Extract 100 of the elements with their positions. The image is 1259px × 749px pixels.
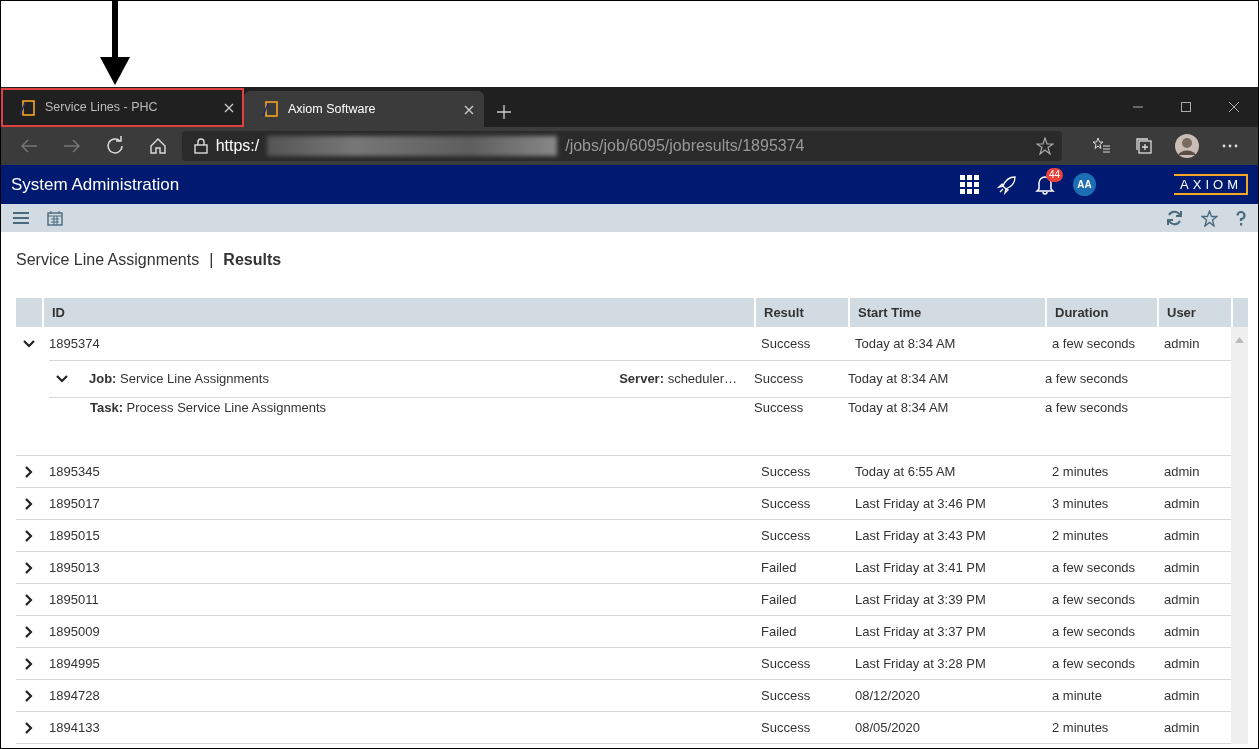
breadcrumb-link[interactable]: Service Line Assignments — [16, 248, 200, 298]
url-text: /jobs/job/6095/jobresults/1895374 — [565, 136, 805, 156]
table-cell-text: 2 minutes — [1051, 718, 1110, 737]
table-cell-text: Success — [760, 654, 812, 673]
table-cell-text: Today at 6:55 AM — [854, 462, 957, 481]
table-cell-text: admin — [1163, 686, 1201, 705]
menu-icon[interactable] — [13, 211, 29, 225]
site-icon — [262, 101, 278, 117]
browser-tab[interactable]: Service Lines - PHC — [1, 88, 244, 127]
table-cell-text: admin — [1163, 462, 1201, 481]
table-cell-text: Success — [760, 718, 812, 737]
column-header[interactable]: Start Time — [848, 298, 1045, 327]
table-cell-text: 1895009 — [48, 622, 101, 641]
chevron-right-icon — [23, 561, 35, 574]
table-cell-text: admin — [1163, 334, 1201, 353]
rocket-icon[interactable] — [997, 174, 1018, 195]
table-cell-text: 2 minutes — [1051, 526, 1110, 545]
table-cell-text: Failed — [760, 590, 798, 609]
table-cell-text: 3 minutes — [1051, 494, 1110, 513]
column-header[interactable]: Duration — [1045, 298, 1157, 327]
star-icon[interactable] — [1035, 137, 1054, 155]
table-cell-text: 1895015 — [48, 526, 101, 545]
table-cell-text: Today at 8:34 AM — [847, 370, 950, 389]
table-cell-text: Last Friday at 3:46 PM — [854, 494, 987, 513]
table-cell-text: Failed — [760, 558, 798, 577]
refresh-icon[interactable] — [1166, 210, 1183, 226]
chevron-right-icon — [23, 465, 35, 478]
chevron-right-icon — [23, 721, 35, 734]
table-cell-text: 1894995 — [48, 654, 101, 673]
table-cell-text: Last Friday at 3:28 PM — [854, 654, 987, 673]
table-cell-text: 1895013 — [48, 558, 101, 577]
apps-grid-icon[interactable] — [960, 175, 980, 194]
logo: AXIOM — [1174, 173, 1248, 196]
chevron-right-icon — [23, 529, 35, 542]
table-cell-text: 1895011 — [48, 590, 100, 609]
address-bar[interactable]: https:/ /jobs/job/6095/jobresults/1895374 — [181, 131, 1062, 161]
table-cell-text: Failed — [760, 622, 798, 641]
table-cell-text: admin — [1163, 526, 1201, 545]
home-icon[interactable] — [148, 136, 169, 156]
chevron-right-icon — [23, 689, 35, 702]
maximize-icon[interactable] — [1180, 101, 1192, 113]
chevron-right-icon — [23, 593, 35, 606]
refresh-icon[interactable] — [104, 136, 125, 156]
lock-icon — [193, 138, 208, 154]
table-cell-text: Success — [760, 462, 812, 481]
collections-icon[interactable] — [1134, 136, 1155, 156]
table-cell-text: Success — [760, 494, 812, 513]
browser-tab[interactable]: Axiom Software — [244, 91, 484, 127]
table-cell-text: a few seconds — [1051, 334, 1137, 353]
server-name: Server: scheduler… — [619, 370, 737, 389]
table-cell-text: Success — [753, 399, 805, 417]
table-cell-text: Success — [760, 526, 812, 545]
x-icon — [224, 103, 234, 114]
profile-avatar[interactable] — [1175, 134, 1200, 158]
table-cell-text: 1894133 — [48, 718, 101, 737]
url-text: https:/ — [215, 136, 260, 156]
table-cell-text: 1895017 — [48, 494, 101, 513]
job-name: Job: Service Line Assignments — [89, 370, 269, 389]
table-cell-text: a minute — [1051, 686, 1103, 705]
table-cell-text: a few seconds — [1051, 590, 1137, 609]
column-header[interactable]: User — [1157, 298, 1231, 327]
table-cell-text: Success — [760, 334, 812, 353]
table-cell-text: Last Friday at 3:41 PM — [854, 558, 987, 577]
table-cell-text: 1894728 — [48, 686, 101, 705]
breadcrumb-separator: | — [209, 250, 214, 270]
favorites-icon[interactable] — [1090, 136, 1111, 156]
close-icon[interactable] — [1228, 101, 1240, 113]
column-header[interactable]: ID — [42, 298, 754, 327]
plus-icon — [497, 105, 511, 119]
star-icon[interactable] — [1201, 209, 1218, 227]
calendar-icon[interactable] — [47, 210, 63, 226]
table-cell-text: 1895345 — [48, 462, 101, 481]
table-cell-text: 2 minutes — [1051, 462, 1110, 481]
table-cell-text: Last Friday at 3:37 PM — [854, 622, 987, 641]
user-avatar[interactable]: AA — [1073, 173, 1097, 196]
table-cell-text: 08/12/2020 — [854, 686, 922, 705]
chevron-right-icon — [23, 625, 35, 638]
table-cell-text: admin — [1163, 590, 1201, 609]
table-cell-text: Last Friday at 3:39 PM — [854, 590, 987, 609]
table-cell-text: 08/05/2020 — [854, 718, 922, 737]
column-header[interactable]: Result — [754, 298, 848, 327]
table-cell-text: admin — [1163, 494, 1201, 513]
table-cell-text: a few seconds — [1051, 558, 1137, 577]
table-cell-text: Last Friday at 3:43 PM — [854, 526, 987, 545]
table-cell-text: admin — [1163, 654, 1201, 673]
table-cell-text: Success — [753, 370, 805, 389]
table-cell-text: a few seconds — [1051, 654, 1137, 673]
table-cell-text: admin — [1163, 622, 1201, 641]
x-icon — [464, 104, 474, 115]
table-cell-text: Success — [760, 686, 812, 705]
scrollbar[interactable] — [1231, 327, 1248, 744]
help-icon[interactable] — [1236, 210, 1246, 226]
table-cell-text: a few seconds — [1044, 370, 1130, 389]
chevron-right-icon — [23, 657, 35, 670]
site-icon — [19, 99, 35, 116]
table-cell-text: admin — [1163, 558, 1201, 577]
chevron-down-icon — [23, 337, 35, 350]
table-cell-text: 1895374 — [48, 334, 101, 353]
table-cell-text: Today at 8:34 AM — [847, 399, 950, 417]
table-cell-text: a few seconds — [1044, 399, 1130, 417]
